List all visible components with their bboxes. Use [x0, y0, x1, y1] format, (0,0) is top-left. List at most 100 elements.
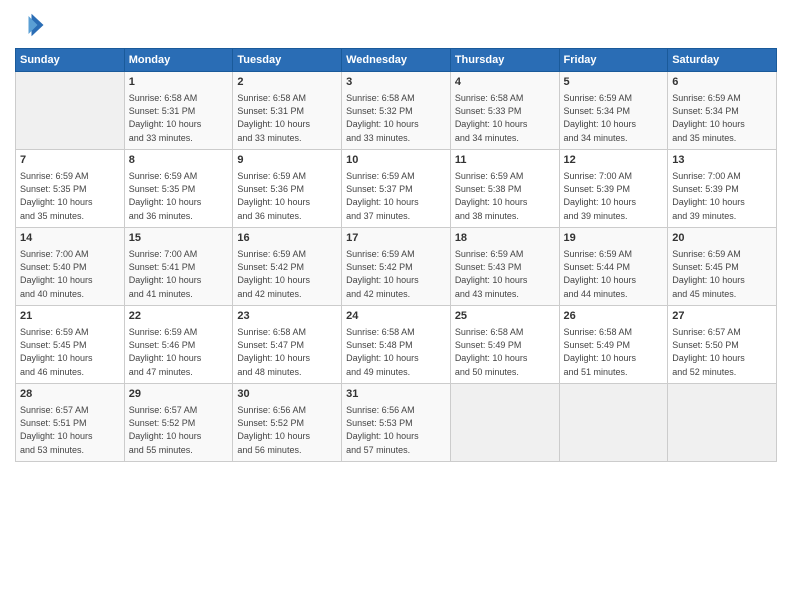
- day-info: Sunrise: 6:57 AM Sunset: 5:52 PM Dayligh…: [129, 404, 229, 456]
- calendar-cell: [668, 384, 777, 462]
- calendar-week-row: 21 Sunrise: 6:59 AM Sunset: 5:45 PM Dayli…: [16, 306, 777, 384]
- calendar-cell: [16, 72, 125, 150]
- weekday-header-sunday: Sunday: [16, 49, 125, 72]
- day-number: 23: [237, 309, 337, 324]
- calendar-cell: 11 Sunrise: 6:59 AM Sunset: 5:38 PM Dayli…: [450, 150, 559, 228]
- calendar-cell: 12 Sunrise: 7:00 AM Sunset: 5:39 PM Dayli…: [559, 150, 668, 228]
- calendar-cell: 18 Sunrise: 6:59 AM Sunset: 5:43 PM Dayli…: [450, 228, 559, 306]
- day-info: Sunrise: 6:59 AM Sunset: 5:35 PM Dayligh…: [129, 170, 229, 222]
- day-number: 10: [346, 153, 446, 168]
- calendar-cell: 14 Sunrise: 7:00 AM Sunset: 5:40 PM Dayli…: [16, 228, 125, 306]
- day-number: 16: [237, 231, 337, 246]
- calendar-cell: 19 Sunrise: 6:59 AM Sunset: 5:44 PM Dayli…: [559, 228, 668, 306]
- day-info: Sunrise: 6:58 AM Sunset: 5:47 PM Dayligh…: [237, 326, 337, 378]
- day-info: Sunrise: 6:59 AM Sunset: 5:42 PM Dayligh…: [346, 248, 446, 300]
- calendar-cell: 8 Sunrise: 6:59 AM Sunset: 5:35 PM Daylig…: [124, 150, 233, 228]
- day-number: 18: [455, 231, 555, 246]
- day-number: 4: [455, 75, 555, 90]
- day-number: 28: [20, 387, 120, 402]
- day-number: 22: [129, 309, 229, 324]
- calendar-cell: 5Sunrise: 6:59 AM Sunset: 5:34 PM Daylig…: [559, 72, 668, 150]
- calendar-cell: 10 Sunrise: 6:59 AM Sunset: 5:37 PM Dayli…: [342, 150, 451, 228]
- day-number: 21: [20, 309, 120, 324]
- day-number: 27: [672, 309, 772, 324]
- weekday-header-saturday: Saturday: [668, 49, 777, 72]
- calendar-cell: 9Sunrise: 6:59 AM Sunset: 5:36 PM Daylig…: [233, 150, 342, 228]
- calendar-cell: 7Sunrise: 6:59 AM Sunset: 5:35 PM Daylig…: [16, 150, 125, 228]
- day-info: Sunrise: 6:58 AM Sunset: 5:49 PM Dayligh…: [455, 326, 555, 378]
- day-number: 24: [346, 309, 446, 324]
- day-info: Sunrise: 6:56 AM Sunset: 5:52 PM Dayligh…: [237, 404, 337, 456]
- calendar-week-row: 14 Sunrise: 7:00 AM Sunset: 5:40 PM Dayli…: [16, 228, 777, 306]
- calendar-cell: 24 Sunrise: 6:58 AM Sunset: 5:48 PM Dayli…: [342, 306, 451, 384]
- calendar-cell: 2 Sunrise: 6:58 AM Sunset: 5:31 PM Daylig…: [233, 72, 342, 150]
- calendar-cell: 25 Sunrise: 6:58 AM Sunset: 5:49 PM Dayli…: [450, 306, 559, 384]
- calendar-header-row: SundayMondayTuesdayWednesdayThursdayFrid…: [16, 49, 777, 72]
- weekday-header-tuesday: Tuesday: [233, 49, 342, 72]
- day-number: 14: [20, 231, 120, 246]
- day-number: 11: [455, 153, 555, 168]
- day-info: Sunrise: 6:58 AM Sunset: 5:48 PM Dayligh…: [346, 326, 446, 378]
- page-header: [15, 10, 777, 40]
- calendar-week-row: 1 Sunrise: 6:58 AM Sunset: 5:31 PM Daylig…: [16, 72, 777, 150]
- calendar-cell: 23 Sunrise: 6:58 AM Sunset: 5:47 PM Dayli…: [233, 306, 342, 384]
- calendar-cell: 20 Sunrise: 6:59 AM Sunset: 5:45 PM Dayli…: [668, 228, 777, 306]
- calendar-week-row: 28Sunrise: 6:57 AM Sunset: 5:51 PM Dayli…: [16, 384, 777, 462]
- day-number: 3: [346, 75, 446, 90]
- weekday-header-wednesday: Wednesday: [342, 49, 451, 72]
- day-info: Sunrise: 6:59 AM Sunset: 5:43 PM Dayligh…: [455, 248, 555, 300]
- calendar-cell: [450, 384, 559, 462]
- calendar-cell: 21 Sunrise: 6:59 AM Sunset: 5:45 PM Dayli…: [16, 306, 125, 384]
- day-info: Sunrise: 7:00 AM Sunset: 5:39 PM Dayligh…: [564, 170, 664, 222]
- day-number: 6: [672, 75, 772, 90]
- day-number: 31: [346, 387, 446, 402]
- day-info: Sunrise: 6:57 AM Sunset: 5:50 PM Dayligh…: [672, 326, 772, 378]
- day-number: 12: [564, 153, 664, 168]
- day-number: 30: [237, 387, 337, 402]
- day-number: 13: [672, 153, 772, 168]
- weekday-header-thursday: Thursday: [450, 49, 559, 72]
- calendar-cell: [559, 384, 668, 462]
- calendar-cell: 27 Sunrise: 6:57 AM Sunset: 5:50 PM Dayli…: [668, 306, 777, 384]
- calendar-cell: 17Sunrise: 6:59 AM Sunset: 5:42 PM Dayli…: [342, 228, 451, 306]
- calendar-cell: 16 Sunrise: 6:59 AM Sunset: 5:42 PM Dayli…: [233, 228, 342, 306]
- day-info: Sunrise: 6:58 AM Sunset: 5:31 PM Dayligh…: [129, 92, 229, 144]
- day-info: Sunrise: 6:58 AM Sunset: 5:49 PM Dayligh…: [564, 326, 664, 378]
- calendar-cell: 31 Sunrise: 6:56 AM Sunset: 5:53 PM Dayli…: [342, 384, 451, 462]
- day-number: 29: [129, 387, 229, 402]
- day-number: 25: [455, 309, 555, 324]
- day-number: 2: [237, 75, 337, 90]
- calendar-cell: 26 Sunrise: 6:58 AM Sunset: 5:49 PM Dayli…: [559, 306, 668, 384]
- day-info: Sunrise: 6:59 AM Sunset: 5:45 PM Dayligh…: [20, 326, 120, 378]
- day-number: 9: [237, 153, 337, 168]
- day-info: Sunrise: 7:00 AM Sunset: 5:41 PM Dayligh…: [129, 248, 229, 300]
- calendar-cell: 22 Sunrise: 6:59 AM Sunset: 5:46 PM Dayli…: [124, 306, 233, 384]
- calendar-body: 1 Sunrise: 6:58 AM Sunset: 5:31 PM Daylig…: [16, 72, 777, 462]
- day-info: Sunrise: 6:59 AM Sunset: 5:42 PM Dayligh…: [237, 248, 337, 300]
- calendar-cell: 15Sunrise: 7:00 AM Sunset: 5:41 PM Dayli…: [124, 228, 233, 306]
- calendar-cell: 3 Sunrise: 6:58 AM Sunset: 5:32 PM Daylig…: [342, 72, 451, 150]
- day-info: Sunrise: 6:59 AM Sunset: 5:44 PM Dayligh…: [564, 248, 664, 300]
- day-info: Sunrise: 6:58 AM Sunset: 5:33 PM Dayligh…: [455, 92, 555, 144]
- weekday-header-friday: Friday: [559, 49, 668, 72]
- day-number: 8: [129, 153, 229, 168]
- day-number: 26: [564, 309, 664, 324]
- day-info: Sunrise: 6:59 AM Sunset: 5:45 PM Dayligh…: [672, 248, 772, 300]
- day-number: 19: [564, 231, 664, 246]
- day-info: Sunrise: 6:59 AM Sunset: 5:34 PM Dayligh…: [672, 92, 772, 144]
- day-info: Sunrise: 6:56 AM Sunset: 5:53 PM Dayligh…: [346, 404, 446, 456]
- logo: [15, 10, 49, 40]
- day-info: Sunrise: 7:00 AM Sunset: 5:40 PM Dayligh…: [20, 248, 120, 300]
- day-info: Sunrise: 7:00 AM Sunset: 5:39 PM Dayligh…: [672, 170, 772, 222]
- calendar-cell: 29 Sunrise: 6:57 AM Sunset: 5:52 PM Dayli…: [124, 384, 233, 462]
- calendar-cell: 1 Sunrise: 6:58 AM Sunset: 5:31 PM Daylig…: [124, 72, 233, 150]
- day-number: 20: [672, 231, 772, 246]
- day-info: Sunrise: 6:58 AM Sunset: 5:32 PM Dayligh…: [346, 92, 446, 144]
- day-info: Sunrise: 6:59 AM Sunset: 5:38 PM Dayligh…: [455, 170, 555, 222]
- day-number: 1: [129, 75, 229, 90]
- logo-icon: [15, 10, 45, 40]
- day-info: Sunrise: 6:59 AM Sunset: 5:46 PM Dayligh…: [129, 326, 229, 378]
- day-info: Sunrise: 6:59 AM Sunset: 5:34 PM Dayligh…: [564, 92, 664, 144]
- day-info: Sunrise: 6:58 AM Sunset: 5:31 PM Dayligh…: [237, 92, 337, 144]
- day-info: Sunrise: 6:59 AM Sunset: 5:37 PM Dayligh…: [346, 170, 446, 222]
